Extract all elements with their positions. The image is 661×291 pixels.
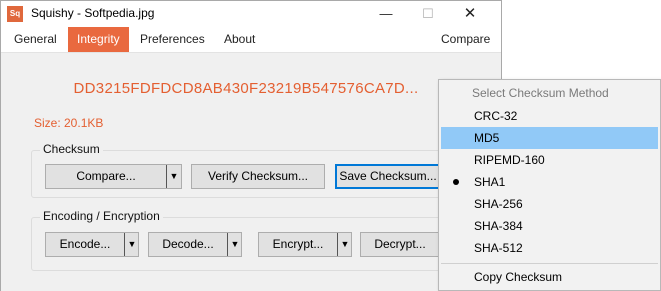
checksum-method-menu: Select Checksum Method CRC-32 MD5 RIPEMD… (438, 79, 661, 291)
copy-checksum-item[interactable]: Copy Checksum (439, 266, 660, 288)
checksum-hash: DD3215FDFDCD8AB430F23219B547576CA7D... (73, 80, 419, 97)
encoding-group-label: Encoding / Encryption (40, 209, 163, 223)
title-bar[interactable]: Sq Squishy - Softpedia.jpg — ☐ ✕ (1, 1, 501, 27)
encode-button-label: Encode... (59, 237, 111, 251)
menu-separator (441, 263, 658, 264)
compare-button-label: Compare... (76, 169, 136, 183)
integrity-panel: DD3215FDFDCD8AB430F23219B547576CA7D... S… (1, 52, 501, 291)
maximize-button[interactable]: ☐ (405, 1, 451, 27)
compare-split-button[interactable]: Compare... ▼ (45, 164, 182, 189)
selected-bullet-icon (453, 179, 459, 185)
close-button[interactable]: ✕ (447, 1, 493, 27)
menu-item-crc32[interactable]: CRC-32 (439, 105, 660, 127)
verify-checksum-button[interactable]: Verify Checksum... (191, 164, 325, 189)
menu-bar: General Integrity Preferences About Comp… (1, 27, 501, 52)
compare-menu[interactable]: Compare (433, 27, 498, 52)
decode-button-label: Decode... (162, 237, 214, 251)
save-checksum-button[interactable]: Save Checksum... (335, 164, 441, 189)
minimize-button[interactable]: — (363, 1, 409, 27)
menu-item-ripemd160[interactable]: RIPEMD-160 (439, 149, 660, 171)
menu-item-sha1-label: SHA1 (474, 175, 506, 189)
chevron-down-icon[interactable]: ▼ (124, 233, 139, 256)
menu-item-sha512[interactable]: SHA-512 (439, 237, 660, 259)
app-window: Sq Squishy - Softpedia.jpg — ☐ ✕ General… (0, 0, 502, 291)
menu-item-md5[interactable]: MD5 (441, 127, 658, 149)
encrypt-button-label: Encrypt... (272, 237, 324, 251)
tab-integrity[interactable]: Integrity (68, 27, 129, 52)
tab-preferences[interactable]: Preferences (132, 27, 213, 52)
tab-about[interactable]: About (216, 27, 263, 52)
encrypt-split-button[interactable]: Encrypt... ▼ (258, 232, 352, 257)
decrypt-button-label: Decrypt... (374, 237, 426, 251)
tab-general[interactable]: General (6, 27, 65, 52)
file-size: Size: 20.1KB (34, 116, 104, 130)
decode-split-button[interactable]: Decode... ▼ (148, 232, 242, 257)
menu-item-sha1[interactable]: SHA1 (439, 171, 660, 193)
chevron-down-icon[interactable]: ▼ (227, 233, 242, 256)
window-title: Squishy - Softpedia.jpg (31, 6, 155, 20)
app-icon: Sq (7, 6, 23, 22)
encode-split-button[interactable]: Encode... ▼ (45, 232, 139, 257)
chevron-down-icon[interactable]: ▼ (166, 165, 181, 188)
menu-item-sha256[interactable]: SHA-256 (439, 193, 660, 215)
checksum-group-label: Checksum (40, 142, 103, 156)
menu-item-sha384[interactable]: SHA-384 (439, 215, 660, 237)
checksum-menu-header: Select Checksum Method (472, 86, 609, 100)
chevron-down-icon[interactable]: ▼ (337, 233, 352, 256)
